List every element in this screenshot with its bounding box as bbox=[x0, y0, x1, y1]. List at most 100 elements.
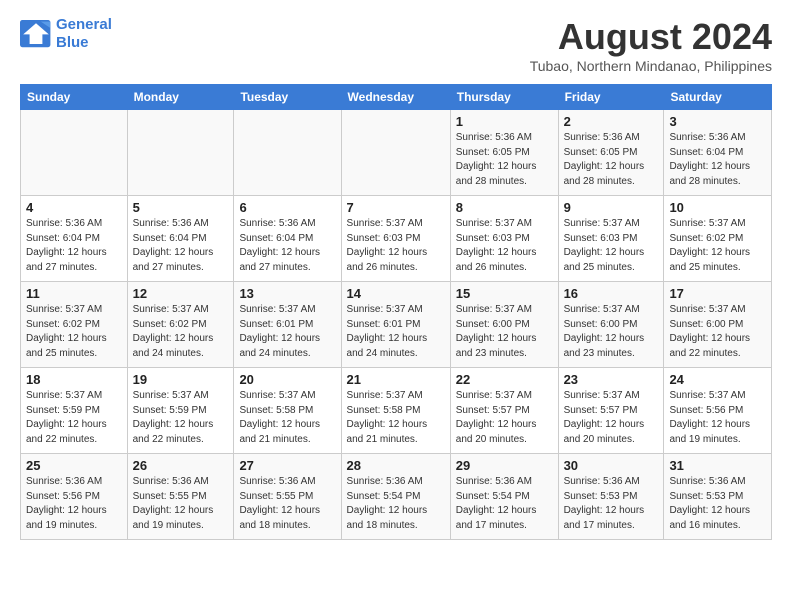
col-header-saturday: Saturday bbox=[664, 85, 772, 110]
day-number: 27 bbox=[239, 458, 335, 473]
calendar-week-row: 1 Sunrise: 5:36 AM Sunset: 6:05 PM Daylig… bbox=[21, 110, 772, 196]
day-info: Sunrise: 5:36 AM Sunset: 6:04 PM Dayligh… bbox=[26, 217, 122, 275]
calendar-table: SundayMondayTuesdayWednesdayThursdayFrid… bbox=[20, 84, 772, 540]
calendar-week-row: 4 Sunrise: 5:36 AM Sunset: 6:04 PM Daylig… bbox=[21, 196, 772, 282]
col-header-wednesday: Wednesday bbox=[341, 85, 450, 110]
calendar-cell: 21Sunrise: 5:37 AM Sunset: 5:58 PM Dayli… bbox=[341, 368, 450, 454]
calendar-cell: 20 Sunrise: 5:37 AM Sunset: 5:58 PM Dayli… bbox=[234, 368, 341, 454]
calendar-week-row: 18 Sunrise: 5:37 AM Sunset: 5:59 PM Dayli… bbox=[21, 368, 772, 454]
day-info: Sunrise: 5:36 AM Sunset: 5:55 PM Dayligh… bbox=[239, 475, 335, 533]
calendar-cell: 12Sunrise: 5:37 AM Sunset: 6:02 PM Dayli… bbox=[127, 282, 234, 368]
calendar-cell: 3 Sunrise: 5:36 AM Sunset: 6:04 PM Daylig… bbox=[664, 110, 772, 196]
calendar-cell: 6Sunrise: 5:36 AM Sunset: 6:04 PM Daylig… bbox=[234, 196, 341, 282]
title-block: August 2024 Tubao, Northern Mindanao, Ph… bbox=[530, 16, 772, 74]
calendar-cell: 15Sunrise: 5:37 AM Sunset: 6:00 PM Dayli… bbox=[450, 282, 558, 368]
day-info: Sunrise: 5:37 AM Sunset: 6:00 PM Dayligh… bbox=[564, 303, 659, 361]
day-info: Sunrise: 5:36 AM Sunset: 5:53 PM Dayligh… bbox=[564, 475, 659, 533]
day-info: Sunrise: 5:37 AM Sunset: 6:01 PM Dayligh… bbox=[347, 303, 445, 361]
col-header-tuesday: Tuesday bbox=[234, 85, 341, 110]
day-number: 2 bbox=[564, 114, 659, 129]
day-number: 17 bbox=[669, 286, 766, 301]
day-info: Sunrise: 5:36 AM Sunset: 6:05 PM Dayligh… bbox=[564, 131, 659, 189]
day-info: Sunrise: 5:36 AM Sunset: 6:04 PM Dayligh… bbox=[133, 217, 229, 275]
calendar-cell: 22 Sunrise: 5:37 AM Sunset: 5:57 PM Dayli… bbox=[450, 368, 558, 454]
calendar-cell bbox=[341, 110, 450, 196]
logo-icon bbox=[20, 20, 52, 48]
day-info: Sunrise: 5:36 AM Sunset: 6:05 PM Dayligh… bbox=[456, 131, 553, 189]
day-number: 14 bbox=[347, 286, 445, 301]
calendar-header-row: SundayMondayTuesdayWednesdayThursdayFrid… bbox=[21, 85, 772, 110]
day-number: 3 bbox=[669, 114, 766, 129]
calendar-cell: 27 Sunrise: 5:36 AM Sunset: 5:55 PM Dayli… bbox=[234, 454, 341, 540]
calendar-week-row: 25 Sunrise: 5:36 AM Sunset: 5:56 PM Dayli… bbox=[21, 454, 772, 540]
day-number: 23 bbox=[564, 372, 659, 387]
calendar-cell: 5 Sunrise: 5:36 AM Sunset: 6:04 PM Daylig… bbox=[127, 196, 234, 282]
day-number: 25 bbox=[26, 458, 122, 473]
day-info: Sunrise: 5:36 AM Sunset: 5:56 PM Dayligh… bbox=[26, 475, 122, 533]
location: Tubao, Northern Mindanao, Philippines bbox=[530, 58, 772, 74]
day-info: Sunrise: 5:37 AM Sunset: 6:02 PM Dayligh… bbox=[669, 217, 766, 275]
logo-line1: General bbox=[56, 16, 112, 33]
day-number: 5 bbox=[133, 200, 229, 215]
day-info: Sunrise: 5:37 AM Sunset: 5:57 PM Dayligh… bbox=[456, 389, 553, 447]
day-number: 1 bbox=[456, 114, 553, 129]
calendar-cell: 25 Sunrise: 5:36 AM Sunset: 5:56 PM Dayli… bbox=[21, 454, 128, 540]
col-header-friday: Friday bbox=[558, 85, 664, 110]
day-info: Sunrise: 5:36 AM Sunset: 5:54 PM Dayligh… bbox=[347, 475, 445, 533]
day-info: Sunrise: 5:37 AM Sunset: 6:01 PM Dayligh… bbox=[239, 303, 335, 361]
calendar-cell: 23Sunrise: 5:37 AM Sunset: 5:57 PM Dayli… bbox=[558, 368, 664, 454]
calendar-cell: 19 Sunrise: 5:37 AM Sunset: 5:59 PM Dayli… bbox=[127, 368, 234, 454]
day-number: 13 bbox=[239, 286, 335, 301]
day-info: Sunrise: 5:37 AM Sunset: 5:56 PM Dayligh… bbox=[669, 389, 766, 447]
day-number: 9 bbox=[564, 200, 659, 215]
calendar-cell: 8 Sunrise: 5:37 AM Sunset: 6:03 PM Daylig… bbox=[450, 196, 558, 282]
calendar-cell: 11Sunrise: 5:37 AM Sunset: 6:02 PM Dayli… bbox=[21, 282, 128, 368]
calendar-cell: 14 Sunrise: 5:37 AM Sunset: 6:01 PM Dayli… bbox=[341, 282, 450, 368]
calendar-cell: 24Sunrise: 5:37 AM Sunset: 5:56 PM Dayli… bbox=[664, 368, 772, 454]
day-number: 16 bbox=[564, 286, 659, 301]
day-number: 8 bbox=[456, 200, 553, 215]
calendar-cell bbox=[21, 110, 128, 196]
calendar-cell: 31 Sunrise: 5:36 AM Sunset: 5:53 PM Dayli… bbox=[664, 454, 772, 540]
day-info: Sunrise: 5:37 AM Sunset: 6:00 PM Dayligh… bbox=[669, 303, 766, 361]
day-info: Sunrise: 5:37 AM Sunset: 6:00 PM Dayligh… bbox=[456, 303, 553, 361]
day-number: 4 bbox=[26, 200, 122, 215]
col-header-sunday: Sunday bbox=[21, 85, 128, 110]
day-number: 26 bbox=[133, 458, 229, 473]
day-number: 20 bbox=[239, 372, 335, 387]
calendar-cell bbox=[127, 110, 234, 196]
calendar-week-row: 11Sunrise: 5:37 AM Sunset: 6:02 PM Dayli… bbox=[21, 282, 772, 368]
day-number: 19 bbox=[133, 372, 229, 387]
day-number: 29 bbox=[456, 458, 553, 473]
day-number: 22 bbox=[456, 372, 553, 387]
day-number: 28 bbox=[347, 458, 445, 473]
day-number: 30 bbox=[564, 458, 659, 473]
calendar-cell: 28 Sunrise: 5:36 AM Sunset: 5:54 PM Dayli… bbox=[341, 454, 450, 540]
calendar-cell: 2 Sunrise: 5:36 AM Sunset: 6:05 PM Daylig… bbox=[558, 110, 664, 196]
day-info: Sunrise: 5:37 AM Sunset: 5:58 PM Dayligh… bbox=[239, 389, 335, 447]
day-info: Sunrise: 5:36 AM Sunset: 5:53 PM Dayligh… bbox=[669, 475, 766, 533]
col-header-monday: Monday bbox=[127, 85, 234, 110]
day-info: Sunrise: 5:37 AM Sunset: 5:59 PM Dayligh… bbox=[133, 389, 229, 447]
day-number: 21 bbox=[347, 372, 445, 387]
calendar-cell: 4 Sunrise: 5:36 AM Sunset: 6:04 PM Daylig… bbox=[21, 196, 128, 282]
day-info: Sunrise: 5:37 AM Sunset: 6:02 PM Dayligh… bbox=[26, 303, 122, 361]
day-info: Sunrise: 5:37 AM Sunset: 6:03 PM Dayligh… bbox=[564, 217, 659, 275]
logo-line2: Blue bbox=[56, 34, 89, 51]
day-info: Sunrise: 5:37 AM Sunset: 6:03 PM Dayligh… bbox=[456, 217, 553, 275]
logo-text: General Blue bbox=[56, 16, 112, 52]
day-info: Sunrise: 5:37 AM Sunset: 6:03 PM Dayligh… bbox=[347, 217, 445, 275]
calendar-cell: 18Sunrise: 5:37 AM Sunset: 5:59 PM Dayli… bbox=[21, 368, 128, 454]
day-info: Sunrise: 5:36 AM Sunset: 6:04 PM Dayligh… bbox=[239, 217, 335, 275]
day-number: 31 bbox=[669, 458, 766, 473]
calendar-cell bbox=[234, 110, 341, 196]
day-info: Sunrise: 5:37 AM Sunset: 6:02 PM Dayligh… bbox=[133, 303, 229, 361]
day-number: 18 bbox=[26, 372, 122, 387]
calendar-cell: 17 Sunrise: 5:37 AM Sunset: 6:00 PM Dayli… bbox=[664, 282, 772, 368]
col-header-thursday: Thursday bbox=[450, 85, 558, 110]
day-info: Sunrise: 5:36 AM Sunset: 6:04 PM Dayligh… bbox=[669, 131, 766, 189]
calendar-cell: 10Sunrise: 5:37 AM Sunset: 6:02 PM Dayli… bbox=[664, 196, 772, 282]
logo: General Blue bbox=[20, 16, 112, 52]
calendar-cell: 29Sunrise: 5:36 AM Sunset: 5:54 PM Dayli… bbox=[450, 454, 558, 540]
calendar-cell: 26Sunrise: 5:36 AM Sunset: 5:55 PM Dayli… bbox=[127, 454, 234, 540]
